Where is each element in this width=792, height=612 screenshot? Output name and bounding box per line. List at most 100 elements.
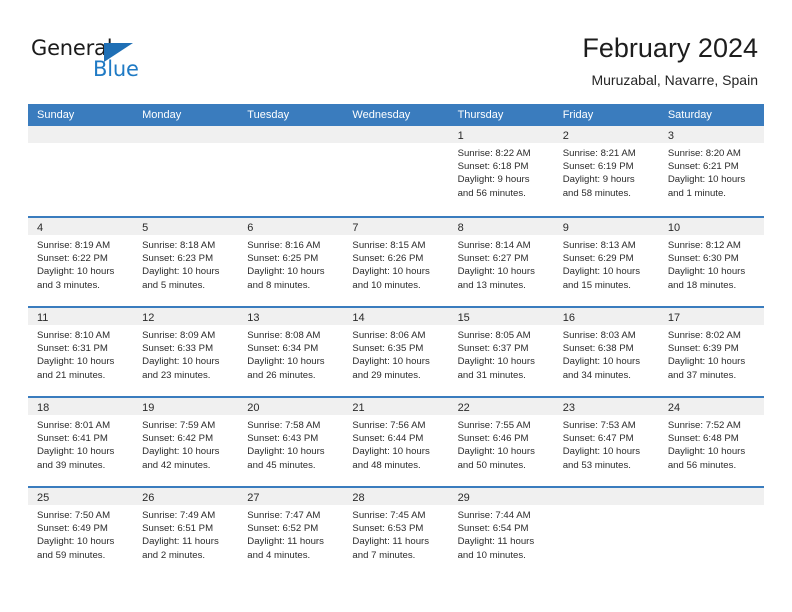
day-details: Sunrise: 8:12 AM Sunset: 6:30 PM Daylight:… xyxy=(659,235,764,292)
day-detail-line: Sunset: 6:29 PM xyxy=(562,253,634,265)
day-detail-line: Daylight: 10 hours xyxy=(667,174,746,186)
day-cell-4[interactable]: 4 Sunrise: 8:19 AM Sunset: 6:22 PM Daylight… xyxy=(28,218,134,306)
week-row: 1 Sunrise: 8:22 AM Sunset: 6:18 PM Daylight… xyxy=(28,126,764,216)
week-row: 4 Sunrise: 8:19 AM Sunset: 6:22 PM Daylight… xyxy=(28,216,764,306)
day-detail-line: Daylight: 10 hours xyxy=(667,446,746,458)
weekday-header-sunday: Sunday xyxy=(37,109,75,121)
day-cell-23[interactable]: 23 Sunrise: 7:53 AM Sunset: 6:47 PM Dayligh… xyxy=(553,398,659,486)
day-details: Sunrise: 7:50 AM Sunset: 6:49 PM Daylight:… xyxy=(28,505,133,562)
day-cell-empty xyxy=(658,488,764,576)
day-number: 22 xyxy=(457,402,470,414)
day-details: Sunrise: 7:45 AM Sunset: 6:53 PM Daylight:… xyxy=(343,505,448,562)
day-detail-line: Daylight: 10 hours xyxy=(247,266,325,278)
day-number: 28 xyxy=(352,492,365,504)
day-cell-20[interactable]: 20 Sunrise: 7:58 AM Sunset: 6:43 PM Dayligh… xyxy=(238,398,344,486)
day-cell-25[interactable]: 25 Sunrise: 7:50 AM Sunset: 6:49 PM Dayligh… xyxy=(28,488,134,576)
day-cell-29[interactable]: 29 Sunrise: 7:44 AM Sunset: 6:54 PM Dayligh… xyxy=(448,488,554,576)
day-cell-9[interactable]: 9 Sunrise: 8:13 AM Sunset: 6:29 PM Daylight… xyxy=(553,218,659,306)
day-detail-line: and 48 minutes. xyxy=(352,459,421,471)
day-detail-line: and 5 minutes. xyxy=(142,279,206,291)
day-detail-line: Sunrise: 8:02 AM xyxy=(667,330,741,341)
day-number-band: 16 xyxy=(553,308,659,325)
weekday-header-saturday: Saturday xyxy=(667,109,712,121)
day-cell-2[interactable]: 2 Sunrise: 8:21 AM Sunset: 6:19 PM Daylight… xyxy=(553,126,659,216)
day-number-band xyxy=(28,126,134,143)
day-number-band: 25 xyxy=(28,488,134,505)
day-number-band: 5 xyxy=(133,218,239,235)
day-details: Sunrise: 7:59 AM Sunset: 6:42 PM Daylight:… xyxy=(133,415,238,472)
day-detail-line: Sunrise: 8:12 AM xyxy=(667,240,741,251)
day-detail-line: Daylight: 10 hours xyxy=(352,266,430,278)
day-cell-28[interactable]: 28 Sunrise: 7:45 AM Sunset: 6:53 PM Dayligh… xyxy=(343,488,449,576)
day-cell-7[interactable]: 7 Sunrise: 8:15 AM Sunset: 6:26 PM Daylight… xyxy=(343,218,449,306)
day-details: Sunrise: 7:56 AM Sunset: 6:44 PM Daylight:… xyxy=(343,415,448,472)
day-number-band: 11 xyxy=(28,308,134,325)
day-number-band: 19 xyxy=(133,398,239,415)
day-detail-line: Sunset: 6:44 PM xyxy=(352,433,424,445)
day-detail-line: Daylight: 10 hours xyxy=(562,356,641,368)
day-cell-11[interactable]: 11 Sunrise: 8:10 AM Sunset: 6:31 PM Dayligh… xyxy=(28,308,134,396)
day-number-band: 24 xyxy=(658,398,764,415)
day-number: 24 xyxy=(667,402,681,414)
day-detail-line: Daylight: 10 hours xyxy=(562,266,641,278)
day-cell-5[interactable]: 5 Sunrise: 8:18 AM Sunset: 6:23 PM Daylight… xyxy=(133,218,239,306)
day-detail-line: and 3 minutes. xyxy=(37,279,100,291)
day-detail-line: Sunrise: 7:49 AM xyxy=(142,510,216,521)
day-cell-3[interactable]: 3 Sunrise: 8:20 AM Sunset: 6:21 PM Daylight… xyxy=(658,126,764,216)
day-detail-line: and 39 minutes. xyxy=(37,459,106,471)
day-cell-empty xyxy=(133,126,239,216)
day-detail-line: and 13 minutes. xyxy=(457,279,526,291)
weekday-header-tuesday: Tuesday xyxy=(247,109,290,121)
day-detail-line: Sunrise: 7:47 AM xyxy=(247,510,321,521)
day-cell-18[interactable]: 18 Sunrise: 8:01 AM Sunset: 6:41 PM Dayligh… xyxy=(28,398,134,486)
day-number: 4 xyxy=(37,222,44,234)
day-number: 2 xyxy=(562,130,569,142)
day-number-band xyxy=(343,126,449,143)
day-cell-24[interactable]: 24 Sunrise: 7:52 AM Sunset: 6:48 PM Dayligh… xyxy=(658,398,764,486)
day-cell-15[interactable]: 15 Sunrise: 8:05 AM Sunset: 6:37 PM Dayligh… xyxy=(448,308,554,396)
day-cell-14[interactable]: 14 Sunrise: 8:06 AM Sunset: 6:35 PM Dayligh… xyxy=(343,308,449,396)
day-detail-line: Daylight: 11 hours xyxy=(142,536,219,548)
day-detail-line: and 1 minute. xyxy=(667,187,726,199)
day-cell-21[interactable]: 21 Sunrise: 7:56 AM Sunset: 6:44 PM Dayligh… xyxy=(343,398,449,486)
day-cell-16[interactable]: 16 Sunrise: 8:03 AM Sunset: 6:38 PM Dayligh… xyxy=(553,308,659,396)
day-cell-26[interactable]: 26 Sunrise: 7:49 AM Sunset: 6:51 PM Dayligh… xyxy=(133,488,239,576)
day-detail-line: Sunset: 6:19 PM xyxy=(562,161,634,173)
day-cell-13[interactable]: 13 Sunrise: 8:08 AM Sunset: 6:34 PM Dayligh… xyxy=(238,308,344,396)
page-title: February 2024 xyxy=(582,33,758,63)
day-cell-12[interactable]: 12 Sunrise: 8:09 AM Sunset: 6:33 PM Dayligh… xyxy=(133,308,239,396)
day-details: Sunrise: 8:21 AM Sunset: 6:19 PM Daylight:… xyxy=(554,143,659,200)
day-details: Sunrise: 7:47 AM Sunset: 6:52 PM Daylight:… xyxy=(238,505,343,562)
day-cell-17[interactable]: 17 Sunrise: 8:02 AM Sunset: 6:39 PM Dayligh… xyxy=(658,308,764,396)
day-cell-8[interactable]: 8 Sunrise: 8:14 AM Sunset: 6:27 PM Daylight… xyxy=(448,218,554,306)
day-number-band: 27 xyxy=(238,488,344,505)
weekday-header-row: Sunday Monday Tuesday Wednesday Thursday Frid… xyxy=(28,104,764,126)
day-cell-27[interactable]: 27 Sunrise: 7:47 AM Sunset: 6:52 PM Dayligh… xyxy=(238,488,344,576)
day-details: Sunrise: 8:05 AM Sunset: 6:37 PM Daylight:… xyxy=(449,325,554,382)
day-cell-19[interactable]: 19 Sunrise: 7:59 AM Sunset: 6:42 PM Dayligh… xyxy=(133,398,239,486)
weekday-header-friday: Friday xyxy=(562,109,594,121)
day-cell-1[interactable]: 1 Sunrise: 8:22 AM Sunset: 6:18 PM Daylight… xyxy=(448,126,554,216)
day-detail-line: and 45 minutes. xyxy=(247,459,316,471)
page-header: General Blue February 2024 Muruzabal, Na… xyxy=(0,0,792,104)
day-cell-10[interactable]: 10 Sunrise: 8:12 AM Sunset: 6:30 PM Dayligh… xyxy=(658,218,764,306)
day-detail-line: Daylight: 10 hours xyxy=(667,356,746,368)
day-detail-line: Sunset: 6:18 PM xyxy=(457,161,529,173)
day-number: 14 xyxy=(352,312,365,324)
week-row: 25 Sunrise: 7:50 AM Sunset: 6:49 PM Dayligh… xyxy=(28,486,764,576)
day-cell-22[interactable]: 22 Sunrise: 7:55 AM Sunset: 6:46 PM Dayligh… xyxy=(448,398,554,486)
day-detail-line: Sunrise: 8:14 AM xyxy=(457,240,531,251)
logo-text-blue: Blue xyxy=(93,57,139,81)
day-number: 26 xyxy=(142,492,155,504)
day-detail-line: Sunset: 6:41 PM xyxy=(37,433,108,445)
day-cell-6[interactable]: 6 Sunrise: 8:16 AM Sunset: 6:25 PM Daylight… xyxy=(238,218,344,306)
day-number-band xyxy=(133,126,239,143)
day-detail-line: and 58 minutes. xyxy=(562,187,631,199)
day-detail-line: Sunrise: 7:53 AM xyxy=(562,420,636,431)
day-detail-line: Sunrise: 8:16 AM xyxy=(247,240,321,251)
day-detail-line: Sunrise: 7:58 AM xyxy=(247,420,321,431)
day-detail-line: and 50 minutes. xyxy=(457,459,526,471)
day-number: 29 xyxy=(457,492,470,504)
day-detail-line: Sunrise: 8:01 AM xyxy=(37,420,111,431)
day-detail-line: Sunset: 6:31 PM xyxy=(37,343,108,355)
